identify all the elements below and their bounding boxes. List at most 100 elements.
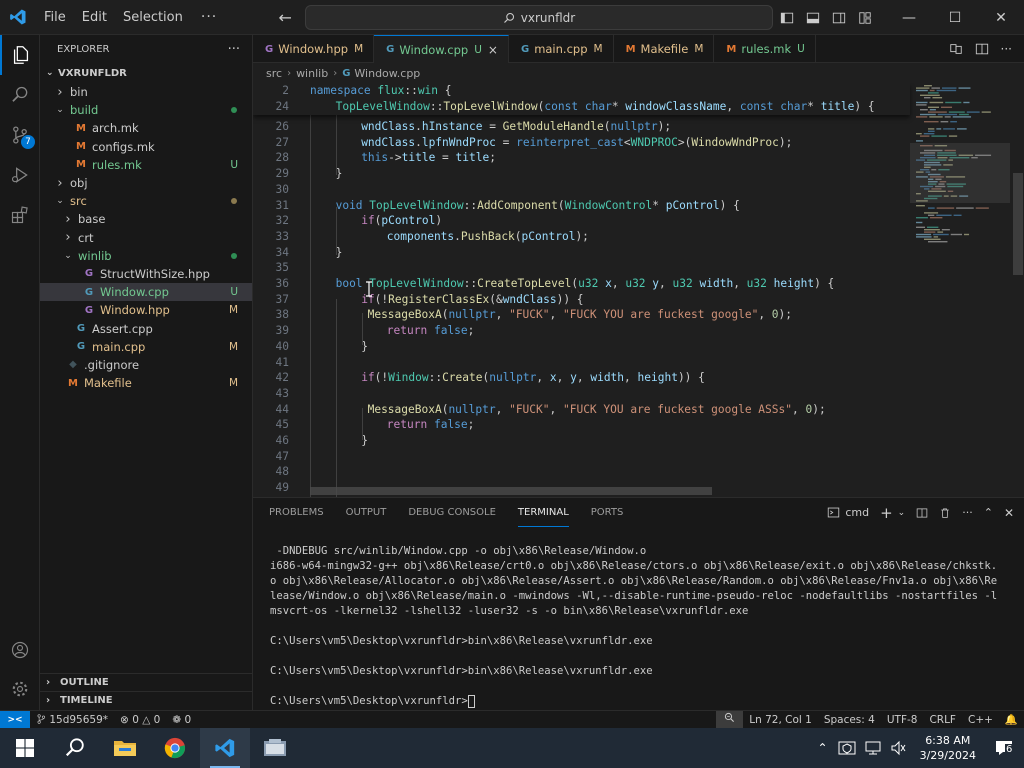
taskbar-chrome[interactable]	[150, 728, 200, 768]
tree-item[interactable]: ⌄ src	[40, 192, 252, 210]
language-mode[interactable]: C++	[962, 714, 999, 726]
panel-tab-debug-console[interactable]: DEBUG CONSOLE	[408, 498, 496, 527]
taskbar-app[interactable]	[250, 728, 300, 768]
tree-item[interactable]: G Assert.cpp	[40, 319, 252, 337]
split-terminal-icon[interactable]	[916, 507, 928, 519]
tab-window-hpp[interactable]: G Window.hpp M	[253, 35, 375, 63]
code-line[interactable]: 42 if(!Window::Create(nullptr, x, y, widt…	[253, 370, 913, 386]
maximize-panel-icon[interactable]: ⌃	[984, 506, 993, 519]
vscode-logo-icon[interactable]	[0, 0, 36, 35]
tree-item[interactable]: G Window.cpp U	[40, 283, 252, 302]
code-line[interactable]: 41	[253, 355, 913, 371]
close-icon[interactable]: ×	[488, 43, 498, 57]
close-panel-icon[interactable]: ✕	[1004, 506, 1014, 520]
code-editor[interactable]: 26 wndClass.hInstance = GetModuleHandle(n…	[253, 83, 1024, 497]
explorer-activity[interactable]	[0, 35, 40, 75]
vertical-scrollbar[interactable]	[1013, 173, 1023, 275]
accounts-activity[interactable]	[0, 630, 40, 670]
tab-rules-mk[interactable]: Mrules.mk U	[714, 35, 816, 63]
tree-item[interactable]: Mrules.mk U	[40, 156, 252, 174]
code-line[interactable]: 33 components.PushBack(pControl);	[253, 229, 913, 245]
code-line[interactable]: 30	[253, 182, 913, 198]
breadcrumb-item[interactable]: Window.cpp	[354, 67, 420, 80]
tab-makefile[interactable]: M Makefile M	[614, 35, 715, 63]
back-arrow-icon[interactable]: ←	[271, 8, 299, 27]
panel-more-button[interactable]: ···	[962, 506, 973, 519]
horizontal-scrollbar[interactable]	[310, 487, 712, 495]
chevron-up-icon[interactable]: ⌃	[812, 741, 834, 755]
problems-indicator[interactable]: ⊗ 0 △ 0	[114, 714, 166, 726]
code-line[interactable]: 43	[253, 386, 913, 402]
code-line[interactable]: 39 return false;	[253, 323, 913, 339]
code-line[interactable]: 28 this->title = title;	[253, 150, 913, 166]
panel-tab-terminal[interactable]: TERMINAL	[517, 498, 569, 527]
minimap-viewport[interactable]	[910, 143, 1010, 203]
taskbar-file-explorer[interactable]	[100, 728, 150, 768]
panel-tab-ports[interactable]: PORTS	[591, 498, 624, 527]
sticky-scroll[interactable]: 2 namespace flux::win {24 TopLevelWindow::…	[253, 83, 910, 115]
tree-item[interactable]: G StructWithSize.hpp	[40, 265, 252, 283]
outline-section[interactable]: › OUTLINE	[40, 673, 253, 691]
code-line[interactable]: 37 if(!RegisterClassEx(&wndClass)) {	[253, 292, 913, 308]
code-line[interactable]: 47	[253, 449, 913, 465]
tree-item[interactable]: › crt	[40, 229, 252, 247]
remote-indicator[interactable]: ><	[0, 710, 30, 729]
panel-tab-output[interactable]: OUTPUT	[346, 498, 387, 527]
zoom-icon[interactable]	[716, 711, 744, 728]
timeline-section[interactable]: › TIMELINE	[40, 691, 253, 709]
code-line[interactable]: 27 wndClass.lpfnWndProc = reinterpret_cas…	[253, 135, 913, 151]
tree-item[interactable]: March.mk	[40, 119, 252, 137]
workspace-folder[interactable]: ⌄ VXRUNFLDR	[40, 63, 252, 83]
code-line[interactable]: 44 MessageBoxA(nullptr, "FUCK", "FUCK YOU…	[253, 402, 913, 418]
tree-item[interactable]: › bin	[40, 83, 252, 101]
toggle-primary-sidebar-icon[interactable]	[774, 0, 800, 35]
cursor-position[interactable]: Ln 72, Col 1	[743, 714, 818, 726]
clock[interactable]: 6:38 AM 3/29/2024	[912, 733, 984, 763]
terminal-prompt[interactable]: C:\Users\vm5\Desktop\vxrunfldr>	[270, 694, 475, 709]
code-line[interactable]: 34}	[253, 245, 913, 261]
minimize-button[interactable]: —	[886, 0, 932, 35]
search-activity[interactable]	[0, 75, 40, 115]
indentation[interactable]: Spaces: 4	[818, 714, 881, 726]
tree-item[interactable]: M Makefile M	[40, 374, 252, 392]
manage-activity[interactable]	[0, 669, 40, 709]
split-editor-icon[interactable]	[975, 42, 989, 56]
menu-file[interactable]: File	[36, 0, 74, 35]
editor-more-button[interactable]: ···	[1001, 42, 1012, 56]
code-line[interactable]: 29}	[253, 166, 913, 182]
volume-icon[interactable]	[890, 740, 908, 756]
terminal-shell-name[interactable]: cmd	[845, 506, 869, 519]
code-line[interactable]: 32 if(pControl)	[253, 213, 913, 229]
tree-item[interactable]: ◆ .gitignore	[40, 356, 252, 374]
notifications-button[interactable]: 6	[984, 728, 1024, 768]
tab-main-cpp[interactable]: Gmain.cpp M	[509, 35, 614, 63]
start-button[interactable]	[0, 728, 50, 768]
panel-tab-problems[interactable]: PROBLEMS	[269, 498, 324, 527]
explorer-more-button[interactable]: ···	[228, 42, 240, 57]
new-terminal-button[interactable]: +	[880, 504, 893, 522]
tab-window-cpp[interactable]: G Window.cpp U ×	[374, 35, 509, 63]
code-line[interactable]: 36 bool TopLevelWindow::CreateTopLevel(u3…	[253, 276, 913, 292]
minimap[interactable]	[910, 83, 1010, 497]
extensions-activity[interactable]	[0, 195, 40, 235]
breadcrumb-item[interactable]: winlib	[296, 67, 328, 80]
security-icon[interactable]	[838, 740, 856, 756]
menu-selection[interactable]: Selection	[115, 0, 191, 35]
toggle-secondary-sidebar-icon[interactable]	[826, 0, 852, 35]
taskbar-vscode[interactable]	[200, 728, 250, 768]
code-line[interactable]: 24 TopLevelWindow::TopLevelWindow(const c…	[253, 99, 913, 115]
menu-more-button[interactable]: ···	[191, 9, 227, 25]
menu-edit[interactable]: Edit	[74, 0, 115, 35]
open-changes-icon[interactable]	[949, 42, 963, 56]
network-icon[interactable]	[864, 740, 882, 756]
trash-icon[interactable]	[939, 507, 951, 519]
taskbar-search-button[interactable]	[50, 728, 100, 768]
code-line[interactable]: 46}	[253, 433, 913, 449]
tree-item[interactable]: Gmain.cpp M	[40, 338, 252, 356]
code-line[interactable]: 45 return false;	[253, 417, 913, 433]
ports-indicator[interactable]: ❁ 0	[166, 714, 197, 726]
tree-item[interactable]: › base	[40, 210, 252, 228]
command-center-search[interactable]: vxrunfldr	[305, 5, 773, 30]
end-of-line[interactable]: CRLF	[923, 714, 962, 726]
code-line[interactable]: 40}	[253, 339, 913, 355]
